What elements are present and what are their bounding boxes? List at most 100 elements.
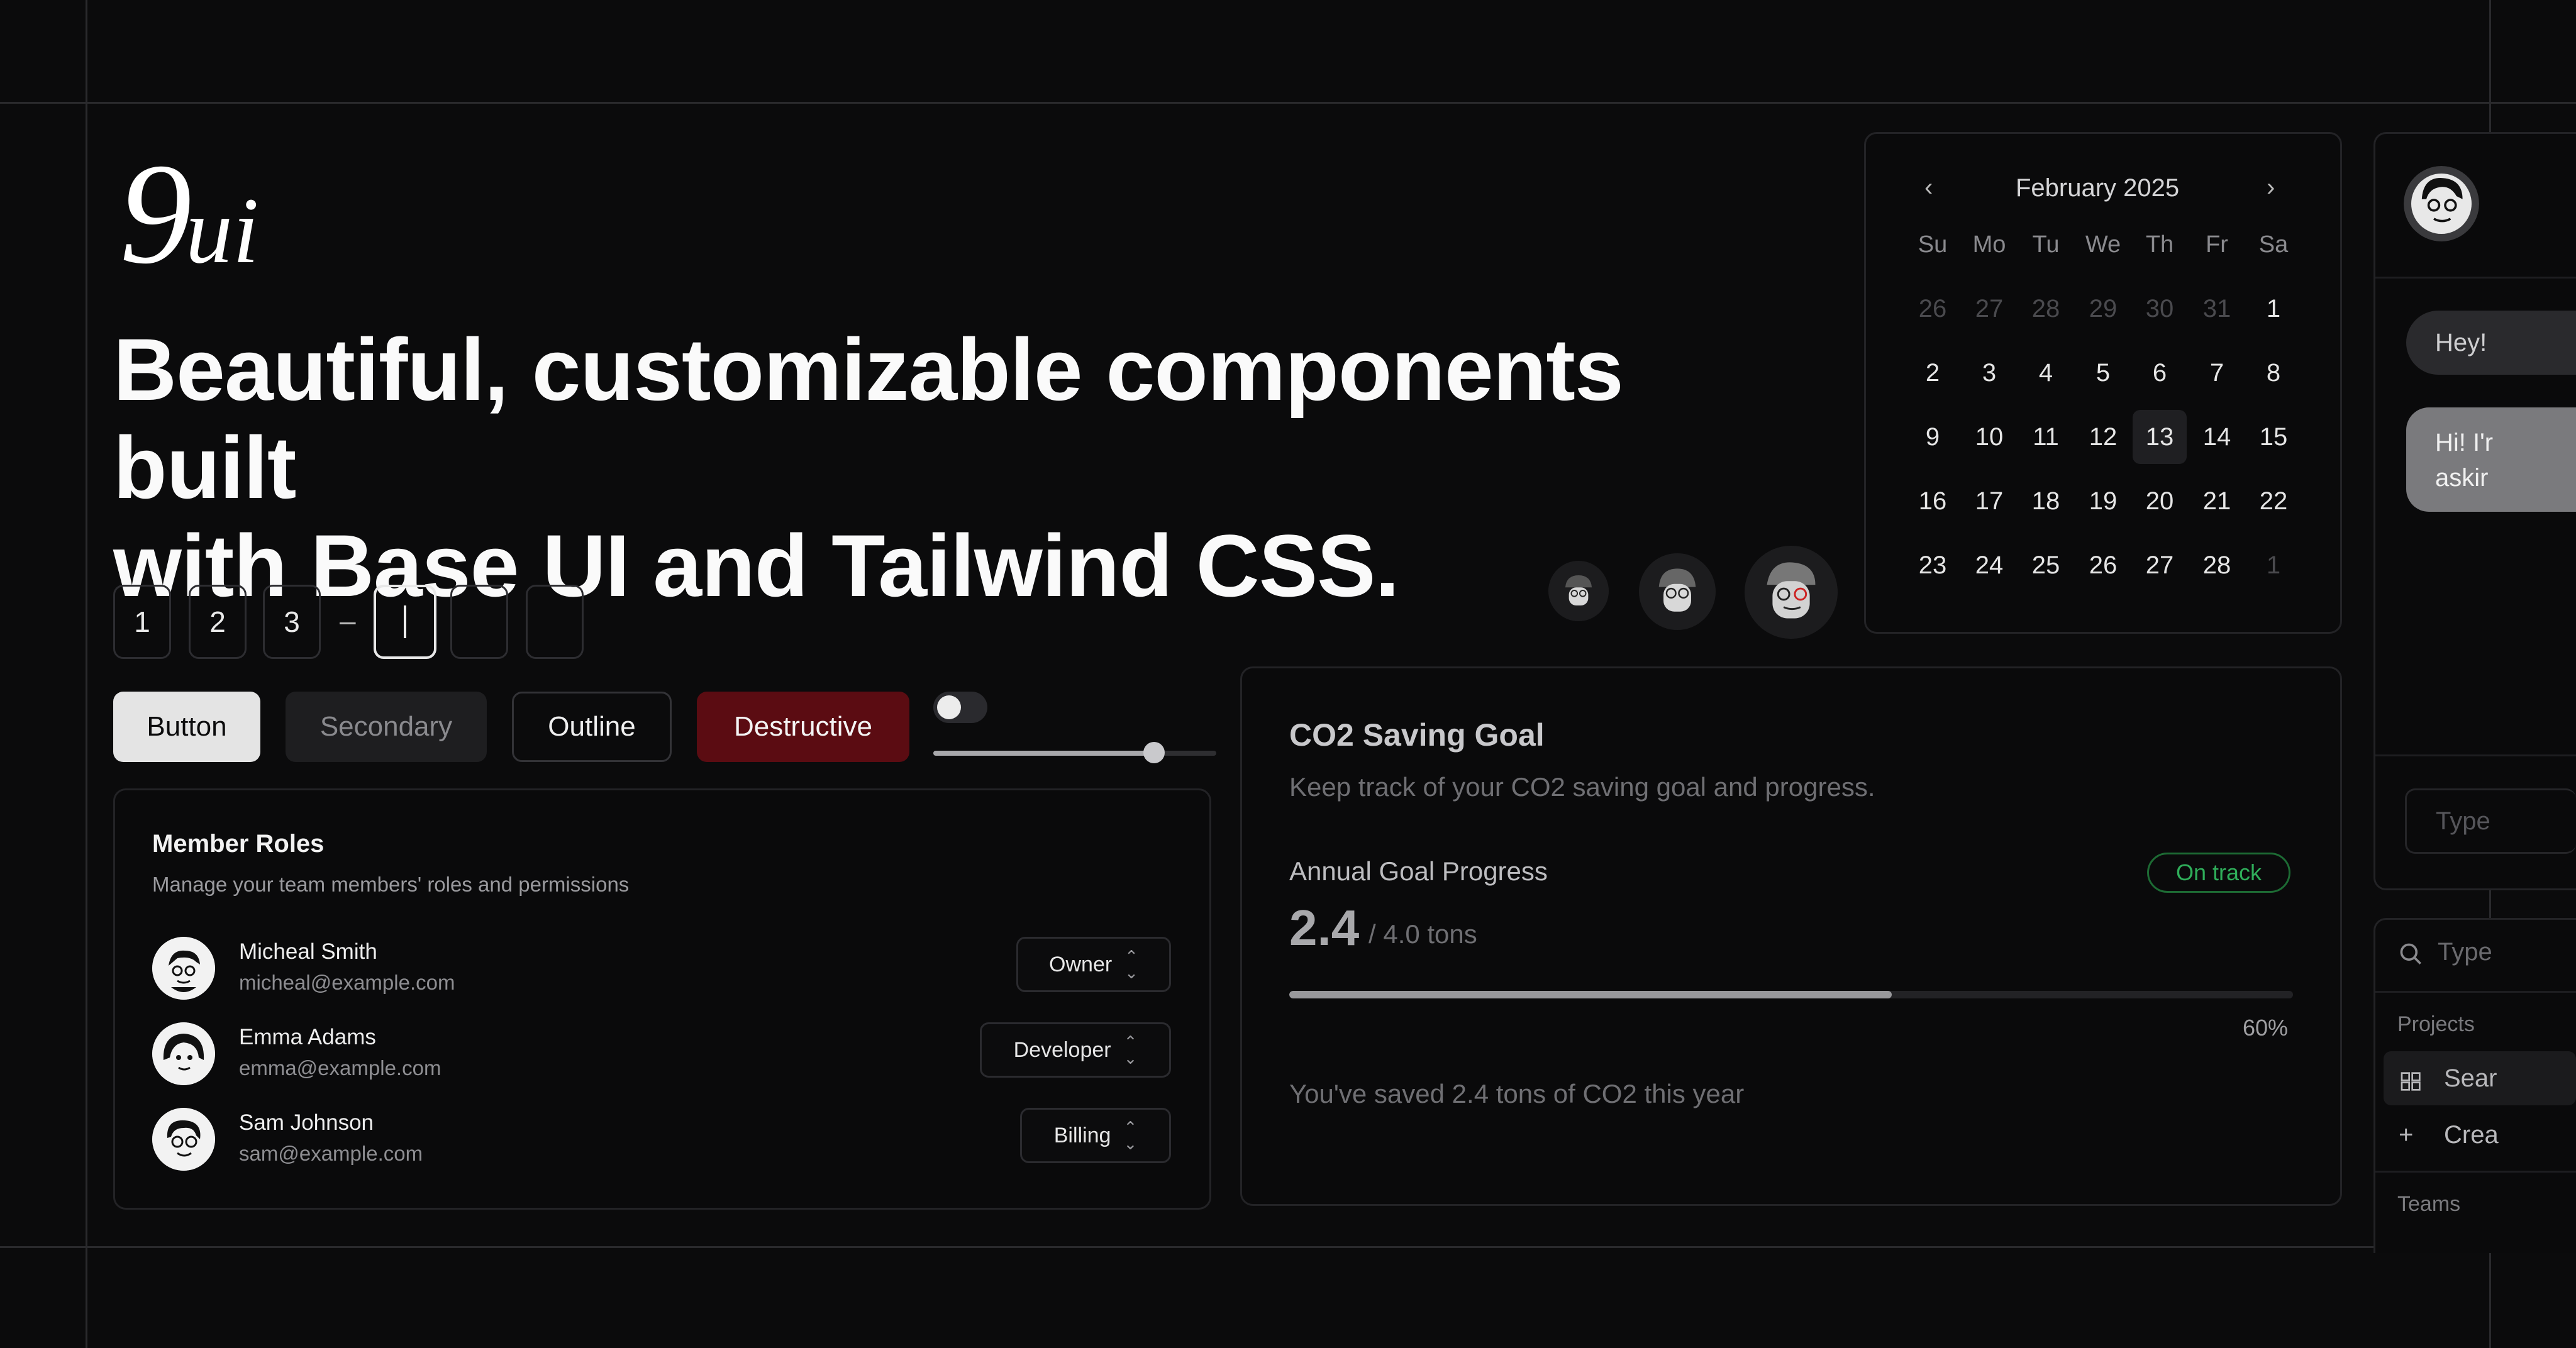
- role-select[interactable]: Billing ⌃ ⌄: [1020, 1108, 1171, 1163]
- slider-thumb[interactable]: [1143, 742, 1165, 763]
- otp-slot-5[interactable]: [450, 585, 508, 659]
- calendar-day[interactable]: 29: [2076, 282, 2130, 336]
- command-divider: [2375, 1171, 2576, 1173]
- calendar-day[interactable]: 27: [1962, 282, 2016, 336]
- calendar-day[interactable]: 7: [2190, 346, 2244, 400]
- calendar-day[interactable]: 4: [2019, 346, 2073, 400]
- calendar-day[interactable]: 30: [2133, 282, 2187, 336]
- calendar-day[interactable]: 18: [2019, 474, 2073, 528]
- role-select[interactable]: Owner ⌃ ⌄: [1016, 937, 1171, 992]
- status-badge: On track: [2147, 853, 2290, 893]
- toggle-knob: [937, 695, 961, 719]
- calendar-month-label: February 2025: [2016, 174, 2180, 202]
- grid-line-bottom: [0, 1246, 2576, 1248]
- slider-range: [933, 751, 1160, 756]
- logo: 9ui: [119, 141, 259, 294]
- calendar-weekday: Th: [2145, 231, 2174, 258]
- co2-footer-text: You've saved 2.4 tons of CO2 this year: [1289, 1079, 1745, 1108]
- calendar-day[interactable]: 23: [1906, 538, 1960, 592]
- role-value: Billing: [1053, 1123, 1111, 1147]
- chat-bubble-text: Hey!: [2435, 329, 2487, 356]
- otp-separator: –: [340, 604, 356, 637]
- calendar-day[interactable]: 1: [2246, 282, 2301, 336]
- otp-digit: 3: [284, 605, 300, 638]
- chat-bubble-reply: Hi! I'r askir: [2406, 407, 2576, 512]
- calendar-day[interactable]: 21: [2190, 474, 2244, 528]
- chat-bubble-incoming: Hey!: [2406, 311, 2576, 375]
- calendar-day[interactable]: 16: [1906, 474, 1960, 528]
- calendar-day[interactable]: 19: [2076, 474, 2130, 528]
- calendar-day[interactable]: 5: [2076, 346, 2130, 400]
- secondary-button[interactable]: Secondary: [286, 692, 487, 762]
- calendar-day[interactable]: 31: [2190, 282, 2244, 336]
- command-search-placeholder: Type: [2438, 938, 2492, 966]
- calendar-day[interactable]: 15: [2246, 410, 2301, 464]
- avatar: [152, 937, 215, 1000]
- calendar-day[interactable]: 10: [1962, 410, 2016, 464]
- calendar-day[interactable]: 27: [2133, 538, 2187, 592]
- command-item-label: Sear: [2444, 1064, 2497, 1092]
- command-item-create[interactable]: + Crea: [2384, 1108, 2576, 1162]
- calendar-day[interactable]: 11: [2019, 410, 2073, 464]
- primary-button[interactable]: Button: [113, 692, 260, 762]
- command-item-search[interactable]: Sear: [2384, 1051, 2576, 1105]
- calendar-day[interactable]: 1: [2246, 538, 2301, 592]
- calendar-day[interactable]: 28: [2190, 538, 2244, 592]
- command-group-label: Teams: [2397, 1192, 2461, 1216]
- grid-line-left: [86, 0, 87, 1348]
- calendar-weekday: Fr: [2206, 231, 2228, 258]
- calendar-day[interactable]: 17: [1962, 474, 2016, 528]
- member-roles-description: Manage your team members' roles and perm…: [152, 873, 630, 896]
- calendar-day[interactable]: 20: [2133, 474, 2187, 528]
- calendar-day[interactable]: 22: [2246, 474, 2301, 528]
- calendar-day[interactable]: 14: [2190, 410, 2244, 464]
- command-search-input[interactable]: Type: [2438, 938, 2492, 966]
- calendar-day[interactable]: 2: [1906, 346, 1960, 400]
- progress-bar: [1289, 991, 2293, 998]
- otp-slot-2[interactable]: 2: [189, 585, 247, 659]
- chevron-up-down-icon: ⌃ ⌄: [1124, 947, 1138, 982]
- chat-input-divider: [2375, 754, 2576, 756]
- calendar-day[interactable]: 3: [1962, 346, 2016, 400]
- role-value: Developer: [1013, 1037, 1111, 1062]
- progress-bar-fill: [1289, 991, 1892, 998]
- otp-digit: 1: [134, 605, 150, 638]
- member-name: Emma Adams: [239, 1025, 376, 1049]
- chevron-right-icon[interactable]: ›: [2267, 174, 2275, 202]
- calendar-day[interactable]: 25: [2019, 538, 2073, 592]
- slider-track[interactable]: [933, 751, 1216, 756]
- outline-button[interactable]: Outline: [512, 692, 672, 762]
- otp-slot-4-active[interactable]: [374, 585, 436, 659]
- text-caret: [404, 605, 406, 638]
- chevron-left-icon[interactable]: ‹: [1924, 174, 1933, 202]
- avatar: [152, 1022, 215, 1085]
- calendar-day[interactable]: 26: [2076, 538, 2130, 592]
- calendar-day[interactable]: 8: [2246, 346, 2301, 400]
- destructive-button[interactable]: Destructive: [697, 692, 909, 762]
- hero-headline-line1: Beautiful, customizable components built: [113, 320, 1624, 517]
- command-group-label: Projects: [2397, 1012, 2475, 1036]
- avatar-large: [1745, 546, 1838, 639]
- otp-slot-3[interactable]: 3: [263, 585, 321, 659]
- command-item-label: Crea: [2444, 1121, 2499, 1149]
- logo-ui: ui: [186, 179, 259, 283]
- member-email: sam@example.com: [239, 1142, 423, 1165]
- calendar-day[interactable]: 13: [2133, 410, 2187, 464]
- progress-percent: 60%: [2243, 1015, 2289, 1041]
- toggle-switch[interactable]: [933, 692, 987, 723]
- member-email: emma@example.com: [239, 1056, 441, 1080]
- chevron-up-down-icon: ⌃ ⌄: [1123, 1032, 1138, 1068]
- calendar-day[interactable]: 28: [2019, 282, 2073, 336]
- progress-target: / 4.0 tons: [1368, 919, 1477, 949]
- calendar-day[interactable]: 12: [2076, 410, 2130, 464]
- calendar-day[interactable]: 24: [1962, 538, 2016, 592]
- calendar-day[interactable]: 6: [2133, 346, 2187, 400]
- role-select[interactable]: Developer ⌃ ⌄: [980, 1022, 1171, 1078]
- calendar-day[interactable]: 26: [1906, 282, 1960, 336]
- calendar-day[interactable]: 9: [1906, 410, 1960, 464]
- otp-slot-6[interactable]: [526, 585, 584, 659]
- role-value: Owner: [1049, 952, 1113, 976]
- chat-message-input[interactable]: Type: [2405, 788, 2576, 854]
- plus-icon: +: [2399, 1121, 2414, 1149]
- otp-slot-1[interactable]: 1: [113, 585, 171, 659]
